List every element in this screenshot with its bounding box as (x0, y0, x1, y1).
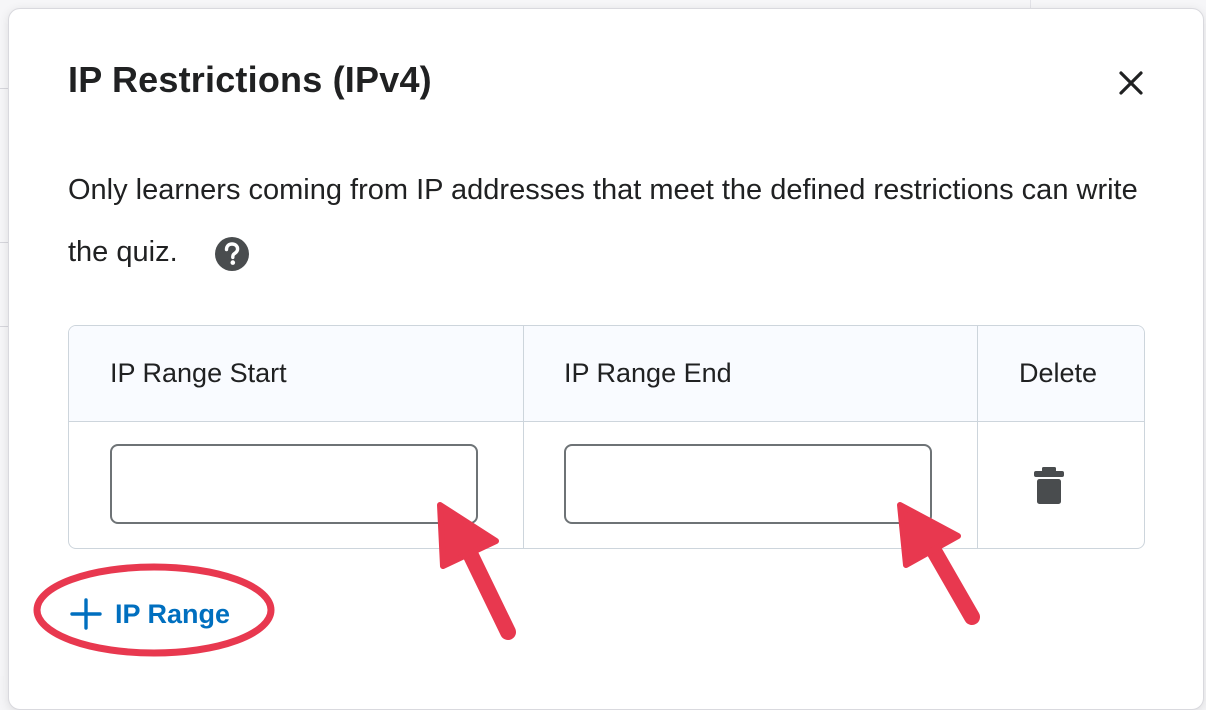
header-delete: Delete (1019, 358, 1098, 388)
header-ip-range-start: IP Range Start (110, 358, 287, 388)
header-ip-range-end: IP Range End (564, 358, 732, 388)
delete-row-button[interactable] (1029, 464, 1069, 508)
ip-range-end-input[interactable] (564, 444, 932, 524)
dialog-title: IP Restrictions (IPv4) (68, 59, 432, 100)
plus-icon (70, 598, 102, 630)
add-ip-range-label: IP Range (115, 598, 231, 629)
ip-range-table: IP Range Start IP Range End Delete (68, 325, 1145, 549)
trash-icon (1034, 467, 1064, 504)
help-icon[interactable] (214, 232, 250, 272)
close-icon (1119, 71, 1143, 95)
ip-restrictions-dialog: IP Restrictions (IPv4) Only learners com… (8, 8, 1204, 710)
close-button[interactable] (1109, 61, 1153, 105)
column-divider (523, 326, 524, 548)
column-divider (977, 326, 978, 548)
add-ip-range-button[interactable]: IP Range (69, 594, 230, 634)
ip-range-start-input[interactable] (110, 444, 478, 524)
dialog-description: Only learners coming from IP addresses t… (68, 159, 1158, 283)
